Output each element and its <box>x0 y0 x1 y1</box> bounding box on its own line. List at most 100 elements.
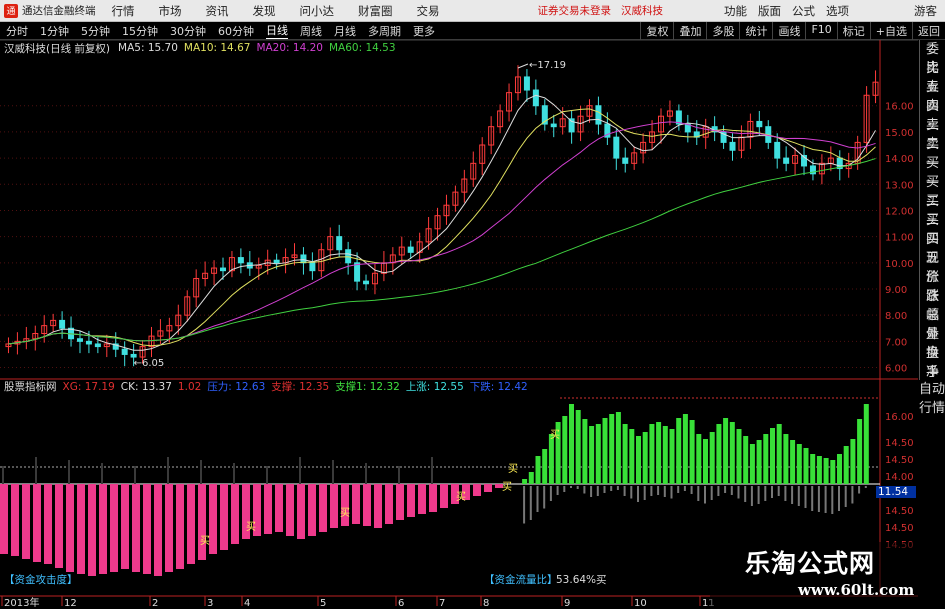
ma20-value: MA20: 14.20 <box>256 42 323 54</box>
side-panel-item[interactable]: 自动 <box>919 380 945 399</box>
indicator-tick-label: 16.00 <box>885 412 914 423</box>
capital-flow-neg-bar <box>677 486 680 493</box>
candle-body <box>595 105 602 125</box>
capital-flow-bar <box>528 472 534 484</box>
capital-flow-bar <box>542 449 548 484</box>
price-tick-label: 14.00 <box>885 154 914 165</box>
capital-flow-bar <box>522 479 528 484</box>
capital-flow-neg-bar <box>730 486 733 495</box>
capital-flow-neg-bar <box>777 486 780 496</box>
price-tick-label: 10.00 <box>885 259 914 270</box>
capital-flow-neg-bar <box>603 486 606 493</box>
capital-flow-bar <box>716 424 722 484</box>
side-panel-item[interactable]: 卖二 <box>920 116 945 152</box>
side-panel-item[interactable]: 委比 <box>920 40 945 76</box>
ind-xg: XG: 17.19 <box>62 380 115 393</box>
ind-fall: 下跌: 12.42 <box>469 381 528 393</box>
capital-attack-bar <box>176 484 184 569</box>
capital-flow-neg-bar <box>670 486 673 499</box>
capital-attack-bar <box>11 484 19 556</box>
capital-flow-bar <box>562 416 568 484</box>
side-panel-item[interactable]: 买五 <box>920 230 945 266</box>
capital-attack-bar <box>198 484 206 560</box>
buy-signal-marker: 买 <box>508 463 518 475</box>
ind-ratio: 1.02 <box>177 380 202 393</box>
indicator-tick-label: 14.50 <box>885 506 914 517</box>
side-panel-item[interactable]: 买四 <box>920 211 945 247</box>
capital-attack-bar <box>473 484 481 496</box>
capital-flow-neg-bar <box>717 486 720 496</box>
capital-flow-bar <box>589 426 595 484</box>
capital-attack-bar <box>341 484 349 526</box>
side-panel-item[interactable]: 涨跌 <box>920 268 945 304</box>
capital-flow-neg-bar <box>657 486 660 495</box>
capital-flow-neg-bar <box>576 486 579 489</box>
side-panel-item[interactable]: 卖五 <box>920 59 945 95</box>
high-marker-line <box>517 63 529 69</box>
capital-flow-neg-bar <box>529 486 532 520</box>
candle-body <box>345 249 352 264</box>
candle-body <box>756 120 763 128</box>
capital-flow-bar <box>796 444 802 484</box>
price-tick-label: 16.00 <box>885 102 914 113</box>
indicator-faint-bar <box>266 466 268 484</box>
capital-flow-neg-bar <box>710 486 713 500</box>
capital-flow-bar <box>863 404 869 484</box>
capital-flow-bar <box>602 418 608 484</box>
capital-flow-neg-bar <box>643 486 646 500</box>
capital-flow-value: 53.64%买 <box>556 574 607 586</box>
capital-flow-bar <box>729 422 735 484</box>
price-tick-label: 9.00 <box>885 285 907 296</box>
side-panel-item[interactable]: 外盘 <box>920 325 945 361</box>
candle-body <box>237 257 244 264</box>
capital-flow-neg-bar <box>784 486 787 501</box>
side-panel-item[interactable]: 卖一 <box>920 135 945 171</box>
candle-body <box>76 338 83 342</box>
capital-flow-neg-bar <box>637 486 639 502</box>
side-panel-item[interactable]: 买三 <box>920 192 945 228</box>
capital-flow-bar <box>857 419 863 484</box>
side-panel-item[interactable]: 卖三 <box>920 97 945 133</box>
capital-flow-label: 【资金流量比】 <box>484 574 558 586</box>
capital-flow-neg-bar <box>764 486 767 501</box>
capital-flow-neg-bar <box>804 486 807 508</box>
side-panel-item[interactable]: 总量 <box>920 306 945 342</box>
side-panel-item[interactable]: 行情 <box>919 399 945 418</box>
side-panel-item[interactable]: 买一 <box>920 154 945 190</box>
capital-flow-bar <box>850 439 856 484</box>
ind-pressure: 压力: 12.63 <box>207 381 266 393</box>
capital-flow-bar <box>830 460 836 484</box>
ma-line-ma60 <box>8 158 876 345</box>
side-panel-item[interactable]: 卖四 <box>920 78 945 114</box>
side-panel-item[interactable]: 换手 <box>920 344 945 380</box>
candle-body <box>94 343 101 348</box>
capital-flow-bar <box>783 434 789 484</box>
indicator-price-box: 11.54 <box>876 486 916 498</box>
capital-flow-neg-bar <box>771 486 773 498</box>
capital-flow-bar <box>703 439 708 484</box>
buy-signal-marker: 买 <box>550 429 560 441</box>
quote-side-panel: 委比卖五卖四卖三卖二卖一买一买二买三买四买五现价涨跌涨幅总量外盘换手净资收益 <box>919 40 945 418</box>
capital-flow-neg-bar <box>791 486 794 504</box>
capital-flow-neg-bar <box>750 486 753 506</box>
price-tick-label: 6.00 <box>885 364 907 375</box>
capital-flow-bar <box>636 436 641 484</box>
capital-attack-bar <box>110 484 118 572</box>
price-tick-label: 8.00 <box>885 311 907 322</box>
capital-attack-bar <box>121 484 129 569</box>
price-tick-label: 7.00 <box>885 337 907 348</box>
side-panel-item[interactable]: 买二 <box>920 173 945 209</box>
capital-flow-neg-bar <box>596 486 599 496</box>
capital-flow-bar <box>763 434 769 484</box>
price-tick-label: 13.00 <box>885 180 914 191</box>
capital-flow-bar <box>810 454 816 484</box>
capital-flow-neg-bar <box>590 486 593 497</box>
side-panel-item[interactable]: 涨幅 <box>920 287 945 323</box>
candle-body <box>622 157 629 164</box>
capital-flow-neg-bar <box>824 486 827 513</box>
kline-chart[interactable]: 16.00 15.00 14.00 13.00 12.00 11.00 10.00 9.00 8… <box>0 0 945 609</box>
indicator-name[interactable]: 股票指标网 <box>4 379 57 394</box>
capital-flow-neg-bar <box>797 486 800 506</box>
side-panel-item[interactable]: 现价 <box>920 249 945 285</box>
capital-flow-bar <box>790 440 796 484</box>
